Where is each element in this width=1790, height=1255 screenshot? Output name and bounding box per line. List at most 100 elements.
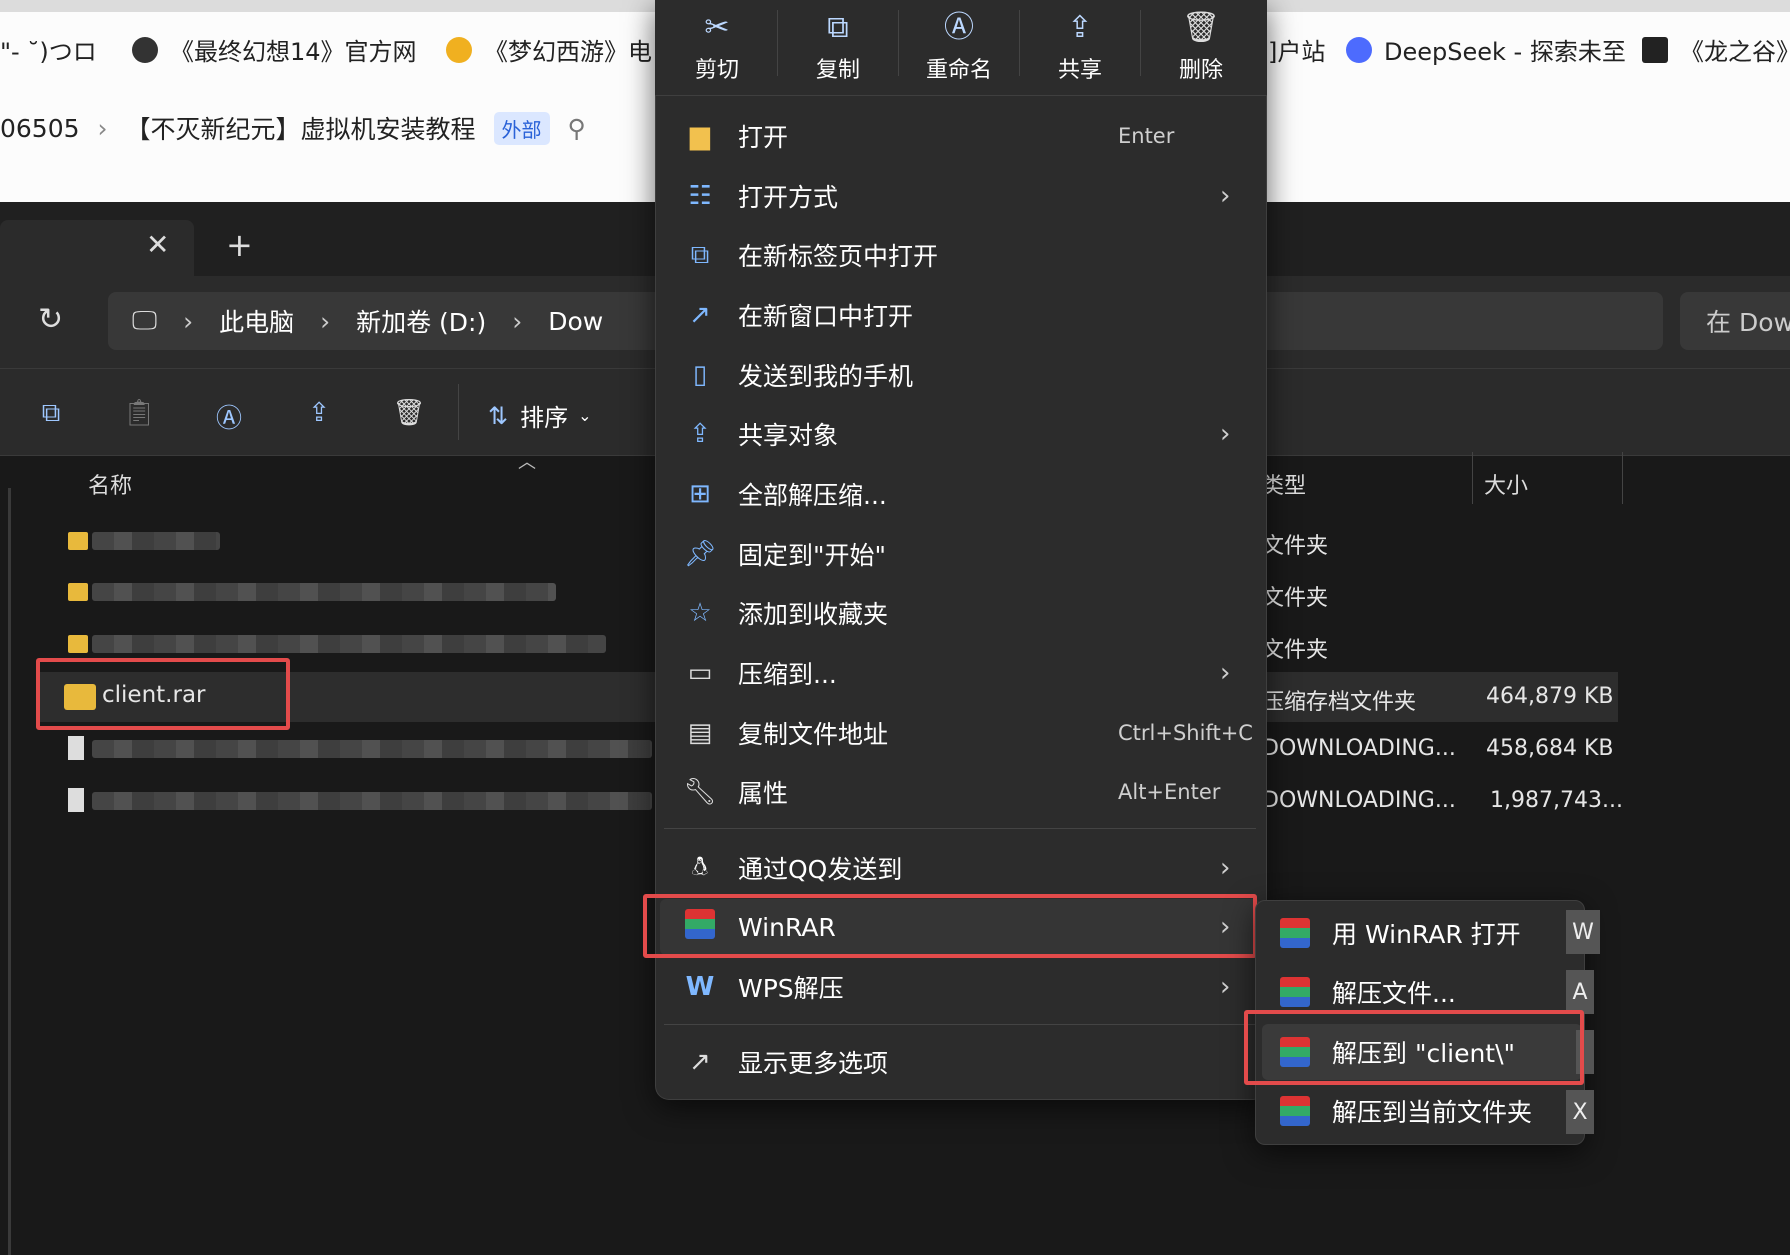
rename-icon[interactable]: Ⓐ — [212, 398, 246, 435]
file-size: 1,987,743... — [1490, 788, 1623, 813]
cmd-divider — [458, 384, 459, 440]
file-type: 文件夹 — [1262, 638, 1329, 663]
more-options-icon: ↗ — [689, 1047, 711, 1077]
menu-item-open-new-tab[interactable]: ⧉ 在新标签页中打开 — [660, 227, 1260, 283]
path-segment[interactable]: 新加卷 (D:) — [356, 303, 486, 339]
menu-item-more-options[interactable]: ↗ 显示更多选项 — [660, 1034, 1260, 1090]
chevron-right-icon: › — [512, 306, 523, 336]
chevron-right-icon: › — [183, 306, 194, 336]
path-segment[interactable]: 此电脑 — [219, 303, 294, 339]
wrench-icon: 🔧︎ — [683, 777, 717, 807]
menu-divider — [664, 1024, 1256, 1025]
sort-button[interactable]: ⇅ 排序 ⌄ — [488, 398, 592, 433]
breadcrumb-item[interactable]: 06505 › 【不灭新纪元】虚拟机安装教程 外部 ⚲ — [0, 110, 586, 146]
file-type: 文件夹 — [1262, 534, 1329, 559]
rename-button[interactable]: Ⓐ 重命名 — [909, 6, 1009, 84]
column-header-size[interactable]: 大小 — [1484, 468, 1528, 500]
folder-icon — [68, 532, 88, 550]
trash-icon[interactable]: 🗑︎ — [392, 398, 426, 428]
file-type: DOWNLOADING... — [1262, 736, 1456, 761]
pin-icon[interactable]: ⚲ — [568, 114, 586, 143]
accelerator-key: X — [1566, 1090, 1594, 1134]
ff14-icon — [132, 36, 158, 63]
menu-item-add-favorites[interactable]: ☆ 添加到收藏夹 — [660, 585, 1260, 641]
bookmark-item[interactable]: 《龙之谷》 — [1642, 32, 1790, 67]
open-with-icon: ☷ — [688, 181, 712, 211]
menu-item-compress-to[interactable]: ▭ 压缩到... › — [660, 645, 1260, 701]
menu-item-open-new-window[interactable]: ↗ 在新窗口中打开 — [660, 287, 1260, 343]
scissors-icon: ✂ — [704, 10, 730, 45]
computer-icon: 🖵 — [132, 305, 158, 336]
cut-button[interactable]: ✂ 剪切 — [667, 6, 767, 84]
rename-icon: Ⓐ — [944, 10, 974, 45]
submenu-item-extract-here[interactable]: 解压到当前文件夹 — [1262, 1083, 1582, 1139]
share-icon: ⇪ — [1067, 10, 1093, 45]
zip-icon: ▭ — [687, 658, 713, 688]
divider — [1140, 10, 1141, 76]
pin-icon: 📌︎ — [683, 539, 717, 569]
divider — [898, 10, 899, 76]
bookmark-item[interactable]: 《最终幻想14》官方网 — [132, 32, 417, 67]
accelerator-key: W — [1566, 910, 1600, 954]
new-tab-icon: ⧉ — [690, 239, 710, 270]
menu-item-wps-extract[interactable]: W WPS解压 › — [660, 959, 1260, 1015]
file-type: 压缩存档文件夹 — [1262, 690, 1417, 715]
submenu-item-open-winrar[interactable]: 用 WinRAR 打开 — [1262, 905, 1582, 961]
refresh-icon[interactable]: ↻ — [38, 302, 63, 337]
share-button[interactable]: ⇪ 共享 — [1030, 6, 1130, 84]
blurred-filename — [92, 583, 556, 601]
column-header-type[interactable]: 类型 — [1262, 468, 1306, 500]
trash-icon: 🗑︎ — [1181, 10, 1221, 45]
bookmark-item[interactable]: DeepSeek - 探索未至 — [1346, 32, 1626, 67]
menu-item-send-to-phone[interactable]: ▯ 发送到我的手机 — [660, 347, 1260, 403]
divider — [777, 10, 778, 76]
wps-icon: W — [685, 972, 715, 1002]
file-icon — [68, 788, 84, 812]
highlight-box — [36, 658, 290, 730]
blurred-filename — [92, 532, 220, 550]
copy-button[interactable]: ⧉ 复制 — [788, 6, 888, 84]
file-type: 文件夹 — [1262, 586, 1329, 611]
copy-icon: ⧉ — [827, 10, 849, 45]
chevron-right-icon: › — [1220, 658, 1231, 688]
path-segment[interactable]: Dow — [548, 307, 603, 336]
menu-item-pin-start[interactable]: 📌︎ 固定到"开始" — [660, 526, 1260, 582]
chevron-right-icon: › — [1220, 972, 1231, 1002]
highlight-box — [643, 894, 1257, 958]
explorer-tab[interactable]: ✕ — [0, 220, 194, 276]
bookmark-item[interactable]: "- ˘)つロ — [0, 32, 97, 67]
blurred-filename — [92, 740, 652, 758]
delete-button[interactable]: 🗑︎ 删除 — [1151, 6, 1251, 84]
winrar-icon — [1280, 918, 1310, 948]
qq-icon: 🐧︎ — [691, 851, 709, 882]
bookmark-item[interactable]: ]户站 — [1268, 32, 1325, 67]
column-separator[interactable] — [1622, 452, 1623, 504]
chevron-down-icon: ⌄ — [578, 406, 592, 425]
chevron-right-icon: › — [1220, 181, 1231, 211]
menu-item-share-with[interactable]: ⇪ 共享对象 › — [660, 406, 1260, 462]
menu-item-extract-all[interactable]: ⊞ 全部解压缩... — [660, 466, 1260, 522]
paste-icon[interactable]: 📋︎ — [122, 398, 156, 428]
menu-item-open[interactable]: ▆ 打开 Enter — [660, 108, 1260, 164]
search-input[interactable]: 在 Dow — [1680, 292, 1790, 350]
menu-divider — [664, 828, 1256, 829]
mhxy-icon — [446, 36, 472, 63]
new-tab-icon[interactable]: + — [226, 226, 253, 264]
share-icon[interactable]: ⇪ — [302, 398, 336, 428]
menu-item-qq-send[interactable]: 🐧︎ 通过QQ发送到 › — [660, 840, 1260, 896]
menu-item-copy-path[interactable]: ▤ 复制文件地址 Ctrl+Shift+C — [660, 705, 1260, 761]
external-tag: 外部 — [493, 111, 550, 145]
menu-item-properties[interactable]: 🔧︎ 属性 Alt+Enter — [660, 764, 1260, 820]
file-type: DOWNLOADING... — [1262, 788, 1456, 813]
menu-item-open-with[interactable]: ☷ 打开方式 › — [660, 168, 1260, 224]
column-header-name[interactable]: 名称 — [88, 468, 132, 500]
share-icon: ⇪ — [689, 419, 711, 449]
column-separator[interactable] — [1472, 452, 1473, 504]
bookmark-item[interactable]: 《梦幻西游》电 — [446, 32, 652, 67]
phone-icon: ▯ — [692, 360, 708, 390]
close-icon[interactable]: ✕ — [146, 228, 169, 261]
file-icon — [68, 736, 84, 760]
winrar-icon — [1280, 977, 1310, 1007]
copy-icon[interactable]: ⧉ — [34, 398, 68, 429]
file-size: 458,684 KB — [1486, 736, 1614, 761]
